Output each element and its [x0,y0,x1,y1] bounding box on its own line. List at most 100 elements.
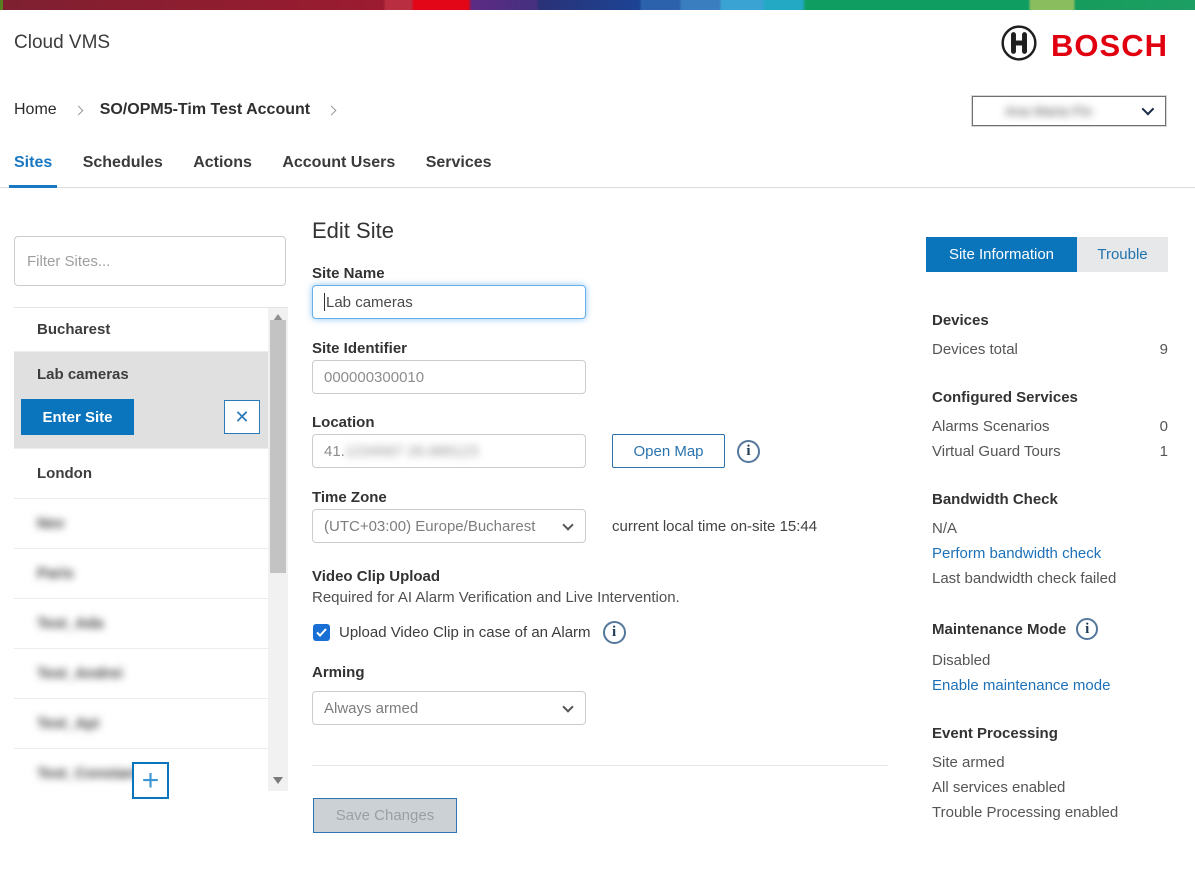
virtual-guard-tours-row: Virtual Guard Tours 1 [932,439,1168,464]
upload-video-clip-label: Upload Video Clip in case of an Alarm [339,624,591,641]
devices-total-row: Devices total 9 [932,337,1168,362]
bandwidth-check-section: Bandwidth Check N/A Perform bandwidth ch… [932,491,1168,591]
site-name-label-redacted: Test_Api [37,715,99,732]
tab-sites[interactable]: Sites [9,150,57,188]
site-list-scrollbar[interactable] [268,308,288,791]
user-dropdown-value: Ana Maria Fin [1005,103,1092,119]
bandwidth-status: N/A [932,516,1168,541]
bandwidth-check-heading: Bandwidth Check [932,491,1168,508]
edit-site-form: Edit Site Site Name Lab cameras Site Ide… [312,218,888,244]
arming-field-label: Arming [312,664,365,681]
enter-site-button[interactable]: Enter Site [21,399,134,435]
tab-services[interactable]: Services [421,150,497,185]
maintenance-status: Disabled [932,648,1168,673]
location-info-icon[interactable]: i [737,440,760,463]
maintenance-mode-heading-text: Maintenance Mode [932,621,1066,638]
breadcrumb-account[interactable]: SO/OPM5-Tim Test Account [100,101,310,119]
bosch-wordmark: BOSCH [1051,28,1168,64]
app-title: Cloud VMS [14,32,110,54]
sites-sidebar: Bucharest Lab cameras Enter Site ✕ Londo… [14,236,288,791]
event-processing-section: Event Processing Site armed All services… [932,725,1168,825]
tab-schedules[interactable]: Schedules [78,150,168,185]
video-clip-info-icon[interactable]: i [603,621,626,644]
devices-heading: Devices [932,312,1168,329]
maintenance-mode-section: Maintenance Mode i Disabled Enable maint… [932,618,1168,698]
site-list-item[interactable]: London [14,449,268,499]
open-map-button[interactable]: Open Map [612,434,725,468]
upload-video-clip-checkbox[interactable] [313,624,330,641]
site-identifier-field-label: Site Identifier [312,340,407,357]
scroll-down-icon[interactable] [273,777,283,784]
site-list-item[interactable]: Paris [14,549,268,599]
perform-bandwidth-check-link[interactable]: Perform bandwidth check [932,541,1168,566]
breadcrumb: Home SO/OPM5-Tim Test Account [14,101,353,119]
user-dropdown[interactable]: Ana Maria Fin [972,96,1166,126]
chevron-right-icon [73,105,83,115]
site-name-input[interactable]: Lab cameras [312,285,586,319]
site-list-item[interactable]: Test_Ada [14,599,268,649]
site-list-item[interactable]: Bucharest [14,308,268,352]
site-name-value: Lab cameras [326,294,413,311]
site-list-item-selected[interactable]: Lab cameras Enter Site ✕ [14,352,268,449]
breadcrumb-home-link[interactable]: Home [14,101,57,119]
tab-account-users[interactable]: Account Users [277,150,400,185]
check-icon [316,628,327,637]
configured-services-heading: Configured Services [932,389,1168,406]
site-name-label: Bucharest [37,321,110,338]
page-title: Edit Site [312,218,888,244]
devices-total-value: 9 [1160,337,1168,362]
save-changes-button[interactable]: Save Changes [313,798,457,833]
site-list-item[interactable]: Test_Andrei [14,649,268,699]
form-divider [312,765,888,766]
event-processing-line: All services enabled [932,775,1168,800]
arming-value: Always armed [324,700,418,717]
time-zone-select[interactable]: (UTC+03:00) Europe/Bucharest [312,509,586,543]
cloud-vms-page: Cloud VMS BOSCH Home SO/OPM5-Tim Test Ac… [0,0,1195,870]
bosch-anchor-icon [1000,24,1038,67]
location-input[interactable]: 41. 1234567 26.689123 [312,434,586,468]
location-value-redacted: 1234567 26.689123 [345,443,478,460]
chevron-down-icon [562,519,573,530]
arming-select[interactable]: Always armed [312,691,586,725]
maintenance-mode-heading: Maintenance Mode i [932,618,1168,640]
alarms-scenarios-value: 0 [1160,414,1168,439]
virtual-guard-tours-value: 1 [1160,439,1168,464]
bandwidth-note: Last bandwidth check failed [932,566,1168,591]
enable-maintenance-mode-link[interactable]: Enable maintenance mode [932,673,1168,698]
location-value-visible: 41. [324,443,345,460]
deselect-site-button[interactable]: ✕ [224,400,260,434]
tab-actions[interactable]: Actions [188,150,257,185]
local-time-note: current local time on-site 15:44 [612,518,817,535]
maintenance-info-icon[interactable]: i [1076,618,1098,640]
filter-sites-input[interactable] [14,236,286,286]
site-list-item[interactable]: Test_Api [14,699,268,749]
info-panel-tab-bar: Site Information Trouble [926,237,1168,272]
alarms-scenarios-row: Alarms Scenarios 0 [932,414,1168,439]
site-name-label-redacted: Test_Ada [37,615,103,632]
chevron-down-icon [1142,103,1155,116]
add-site-button[interactable]: + [132,762,169,799]
tab-trouble[interactable]: Trouble [1077,237,1168,272]
site-name-label: London [37,465,92,482]
site-list-item[interactable]: Nev [14,499,268,549]
site-name-label: Lab cameras [37,366,129,383]
close-icon: ✕ [234,407,249,428]
site-identifier-input: 000000300010 [312,360,586,394]
scrollbar-thumb[interactable] [270,320,286,573]
configured-services-section: Configured Services Alarms Scenarios 0 V… [932,389,1168,464]
tab-site-information[interactable]: Site Information [926,237,1077,272]
site-identifier-value: 000000300010 [324,369,424,386]
site-info-panel: Site Information Trouble Devices Devices… [926,237,1168,825]
main-tab-bar: Sites Schedules Actions Account Users Se… [0,150,1195,188]
event-processing-line: Trouble Processing enabled [932,800,1168,825]
bosch-supergraphic-stripe [0,0,1195,10]
site-list: Bucharest Lab cameras Enter Site ✕ Londo… [14,307,288,791]
devices-total-label: Devices total [932,337,1018,362]
text-caret [324,293,325,311]
time-zone-field-label: Time Zone [312,489,387,506]
alarms-scenarios-label: Alarms Scenarios [932,414,1050,439]
chevron-down-icon [562,701,573,712]
event-processing-heading: Event Processing [932,725,1168,742]
plus-icon: + [142,766,160,796]
location-field-label: Location [312,414,375,431]
